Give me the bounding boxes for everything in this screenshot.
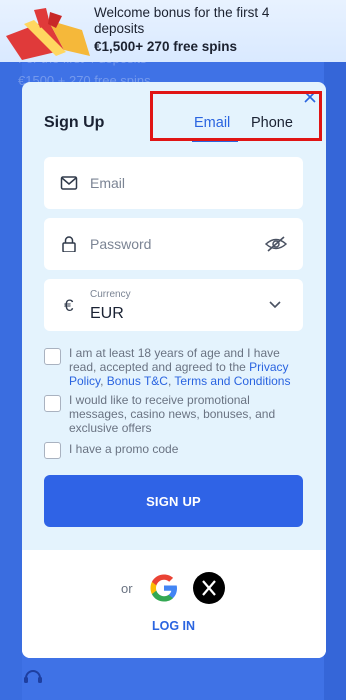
promo-code-text: I have a promo code — [69, 442, 179, 456]
banner-title: Welcome bonus for the first 4 deposits — [94, 5, 270, 36]
password-field[interactable]: Password — [44, 218, 303, 270]
modal-footer — [22, 550, 326, 658]
mail-icon — [60, 176, 78, 190]
email-field[interactable]: Email — [44, 157, 303, 209]
age-terms-text: I am at least 18 years of age and I have… — [69, 346, 291, 388]
signup-button[interactable]: SIGN UP — [44, 475, 303, 527]
x-icon — [202, 580, 216, 596]
currency-value: EUR — [90, 305, 124, 322]
age-terms-checkbox[interactable] — [44, 348, 61, 365]
promo-messages-text: I would like to receive promotional mess… — [69, 393, 276, 435]
euro-icon: € — [64, 296, 74, 315]
chat-icon[interactable] — [22, 666, 44, 688]
banner-offer: €1,500+ 270 free spins — [94, 39, 237, 54]
bonus-terms-link[interactable]: Bonus T&C — [107, 374, 168, 388]
currency-label: Currency — [90, 289, 131, 300]
eye-off-icon[interactable] — [265, 235, 287, 253]
google-icon[interactable] — [148, 572, 180, 604]
currency-select[interactable]: € Currency EUR — [44, 279, 303, 331]
welcome-bonus-banner[interactable]: Welcome bonus for the first 4 deposits €… — [0, 0, 346, 62]
background-right — [324, 60, 346, 700]
background-left — [0, 60, 22, 700]
terms-conditions-link[interactable]: Terms and Conditions — [174, 374, 290, 388]
lock-icon — [62, 236, 76, 252]
modal-title: Sign Up — [44, 114, 105, 131]
gift-icon — [6, 8, 90, 60]
chevron-down-icon — [269, 301, 281, 309]
or-divider: or — [121, 581, 133, 596]
promo-code-checkbox[interactable] — [44, 442, 61, 459]
login-link[interactable]: LOG IN — [152, 619, 195, 633]
promo-messages-checkbox[interactable] — [44, 395, 61, 412]
password-placeholder: Password — [90, 236, 152, 252]
x-login-button[interactable] — [193, 572, 225, 604]
signup-modal: Sign Up Email Phone Email Password € Cur… — [22, 82, 326, 658]
email-placeholder: Email — [90, 175, 126, 191]
highlight-box — [150, 91, 322, 141]
